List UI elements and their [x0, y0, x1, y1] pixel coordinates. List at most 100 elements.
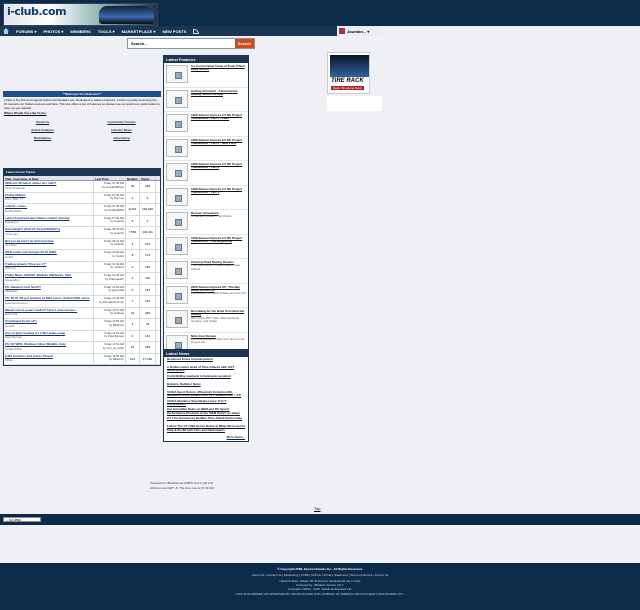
topic-author[interactable]: suhe 033 [5, 312, 17, 316]
last-post-user[interactable]: by JNamaaa27 [105, 277, 124, 281]
last-post-user[interactable]: by obstecz [111, 265, 124, 269]
last-post-user[interactable]: by jaymostal [108, 288, 124, 292]
topic-author[interactable]: Kirlas [5, 358, 13, 362]
link-articles[interactable]: Article Features [3, 128, 82, 132]
topic-author[interactable]: Strader1968 [5, 347, 22, 351]
topic-author[interactable]: sfmnoter [5, 243, 17, 247]
topic-author[interactable]: gustelll [5, 324, 14, 328]
style-select[interactable]: -- iCLUBSF [3, 517, 41, 522]
feature-title[interactable]: Getting Schooled - A Boxtowned Racing Sc… [191, 89, 246, 97]
news-item[interactable]: Get Incredible Deals on NEM and DC Sport… [164, 407, 248, 416]
topic-author[interactable]: TyTomars [5, 232, 18, 236]
last-post-user[interactable]: by DraftedWRX [105, 208, 124, 212]
last-post-user[interactable]: by JourdanWhiter [102, 185, 124, 189]
home-icon[interactable] [3, 28, 9, 34]
search-input[interactable]: Search... [128, 41, 235, 46]
feature-item[interactable]: 1998 Subaru Impreza 2.5 RS Project Track… [164, 186, 248, 210]
feature-title[interactable]: Co-Control Boat Camp at Team O'Neil Rall… [191, 64, 246, 72]
feature-thumbnail[interactable] [166, 138, 188, 157]
feature-item[interactable]: Co-Control Boat Camp at Team O'Neil Rall… [164, 63, 248, 88]
link-about[interactable]: About Us [3, 120, 82, 124]
topic-author[interactable]: Whymtz [5, 266, 16, 270]
rss-icon[interactable] [193, 28, 200, 34]
nav-marketplace[interactable]: MARKETPLACE ▾ [122, 29, 156, 34]
feature-thumbnail[interactable] [166, 163, 188, 181]
news-item[interactable]: VCIGA Sport Rotors: Mitsubishi Evolution… [164, 390, 248, 399]
table-row[interactable]: FS: 03' WRX, Platinum Silver Metallic, A… [4, 342, 160, 354]
feature-thumbnail[interactable] [166, 212, 188, 230]
feature-item[interactable]: Review: ChaseCam A Camera System That Wor… [164, 210, 248, 235]
feature-title[interactable]: 1998 Subaru Impreza 2.5 RS Project Track… [191, 236, 246, 244]
feature-item[interactable]: 1998 Subaru Impreza 2.5 RS Project Track… [164, 112, 248, 137]
last-post-user[interactable]: by 2nrFees [110, 311, 124, 315]
topic-title[interactable]: Bet you be won't do that next time [5, 239, 92, 244]
table-row[interactable]: WTB sedan rear bumper 02-07 WRX. bud21 Tod… [4, 250, 160, 262]
topic-author[interactable]: bud21 [5, 255, 13, 259]
news-item[interactable]: A Rollercoaster week of Time Attacks wit… [164, 365, 248, 374]
site-logo[interactable]: i-club.com [3, 3, 158, 26]
news-item[interactable]: Bokulon Radiator News [164, 382, 248, 390]
last-post-user[interactable]: by The Lee [110, 196, 124, 200]
last-post-user[interactable]: by PeterTamper [104, 334, 124, 338]
topic-title[interactable]: EJ25 locations and prices Thread [5, 354, 92, 359]
news-item[interactable]: Follow The GT LINE Series Debut at Mille… [164, 424, 248, 433]
last-post-user[interactable]: by suaenth [110, 242, 124, 246]
topic-author[interactable]: hwylmthaterdie [5, 186, 25, 190]
nav-forums[interactable]: FORUMS ▾ [16, 29, 36, 34]
feature-title[interactable]: 1998 Subaru Impreza 2.5 RS Project Track… [191, 162, 246, 170]
topic-title[interactable]: Trading wheels! They are 17" [5, 262, 92, 267]
table-row[interactable]: Finally Ridden Dren JDG '77 Today 07:46 AM… [4, 192, 160, 204]
feature-item[interactable]: Best Bang for the Buck from Buschel Raci… [164, 308, 248, 333]
topic-author[interactable]: PeterTamper [5, 335, 22, 339]
link-advertising[interactable]: Advertising [82, 136, 161, 140]
topic-author[interactable]: SRaxRas [5, 289, 18, 293]
table-row[interactable]: Friday Meat, 1/9/2015, Walkole Starbucks… [4, 273, 160, 285]
last-post-user[interactable]: by DavudsoInGreen [99, 300, 124, 304]
user-menu[interactable]: Jourdan... ▾ [337, 26, 382, 36]
feature-thumbnail[interactable] [166, 310, 188, 328]
topic-title[interactable]: Snowboard boots 12's [5, 319, 92, 324]
feature-thumbnail[interactable] [166, 236, 188, 255]
table-row[interactable]: EJ25 locations and prices Thread Kirlas To… [4, 353, 160, 365]
feature-thumbnail[interactable] [166, 114, 188, 132]
table-row[interactable]: FS: 06-07 2/4-pot brackes w/ DBA rotors … [4, 296, 160, 308]
nav-members[interactable]: MEMBERS [70, 29, 90, 34]
link-news[interactable]: Industry News [82, 128, 161, 132]
top-link[interactable]: Top [314, 506, 320, 511]
table-row[interactable]: Maxed out on power mods?? Here's your an… [4, 307, 160, 319]
feature-item[interactable]: 1998 Subaru Impreza 2.5 RS Project Track… [164, 161, 248, 186]
feature-thumbnail[interactable] [166, 187, 188, 206]
tire-rack-ad[interactable]: TIRE RACK Begin Shopping Now! [327, 52, 370, 94]
feature-item[interactable]: Getting Schooled - A Boxtowned Racing Sc… [164, 88, 248, 112]
topic-title[interactable]: FS: Random Cool Stuff!!! [5, 285, 92, 290]
table-row[interactable]: Snowboard boots 12's gustelll Today 11:55 … [4, 319, 160, 331]
topic-title[interactable]: Gerontingi!!! (Sub GT thread 6GE99!!!) [5, 227, 92, 232]
feature-title[interactable]: 1998 Subaru Impreza 2.5 RS Project Track… [191, 138, 246, 146]
table-row[interactable]: rollcall...snow... DraftedMAG Today 07:38 … [4, 204, 160, 216]
news-item[interactable]: VCIGA Stainless Steel Brake Lines: D.O.T… [164, 399, 248, 408]
table-row[interactable]: Any oz guys looking for a Wrx brake swap… [4, 330, 160, 342]
feature-item[interactable]: Chasing Road Racing Dreams The Skip Barbe… [164, 259, 248, 284]
topic-author[interactable]: SqwackyJ [5, 220, 19, 224]
news-item[interactable]: GT Line Announces Redline Time Attack Pa… [164, 416, 248, 424]
more-news-link[interactable]: More News... [164, 433, 248, 441]
feature-title[interactable]: 1998 Subaru Impreza 2.5 RS Project Track… [191, 187, 246, 195]
feature-item[interactable]: 1998 Subaru Impreza 2.5 RS Project Track… [164, 137, 248, 161]
nav-new-posts[interactable]: NEW POSTS [162, 29, 186, 34]
topic-author[interactable]: sheepaflen [5, 278, 20, 282]
table-row[interactable]: 2008 wrx 08 hatch. where do I start? hwyl… [4, 181, 160, 193]
feature-title[interactable]: 1998 Subaru Impreza 2.5 RS Project Track… [191, 113, 246, 121]
feature-thumbnail[interactable] [166, 261, 188, 279]
feature-thumbnail[interactable] [166, 285, 188, 304]
news-item[interactable]: Revdevux Event Announcement [164, 357, 248, 365]
feature-thumbnail[interactable] [166, 65, 188, 83]
nav-tools[interactable]: TOOLS ▾ [98, 29, 115, 34]
link-marketplace[interactable]: Marketplace [3, 136, 82, 140]
last-post-user[interactable]: by Bikeform [109, 323, 124, 327]
link-forums[interactable]: Community Forums [82, 120, 161, 124]
feature-item[interactable]: 2006 Subaru Impreza STi: The Bay Racer G… [164, 284, 248, 308]
topic-author[interactable]: DavudsoInGreen [5, 301, 28, 305]
last-post-user[interactable]: by Bikeform [109, 357, 124, 361]
table-row[interactable]: FS: Random Cool Stuff!!! SRaxRas Today 12:… [4, 284, 160, 296]
table-row[interactable]: Gerontingi!!! (Sub GT thread 6GE99!!!) Ty… [4, 227, 160, 239]
